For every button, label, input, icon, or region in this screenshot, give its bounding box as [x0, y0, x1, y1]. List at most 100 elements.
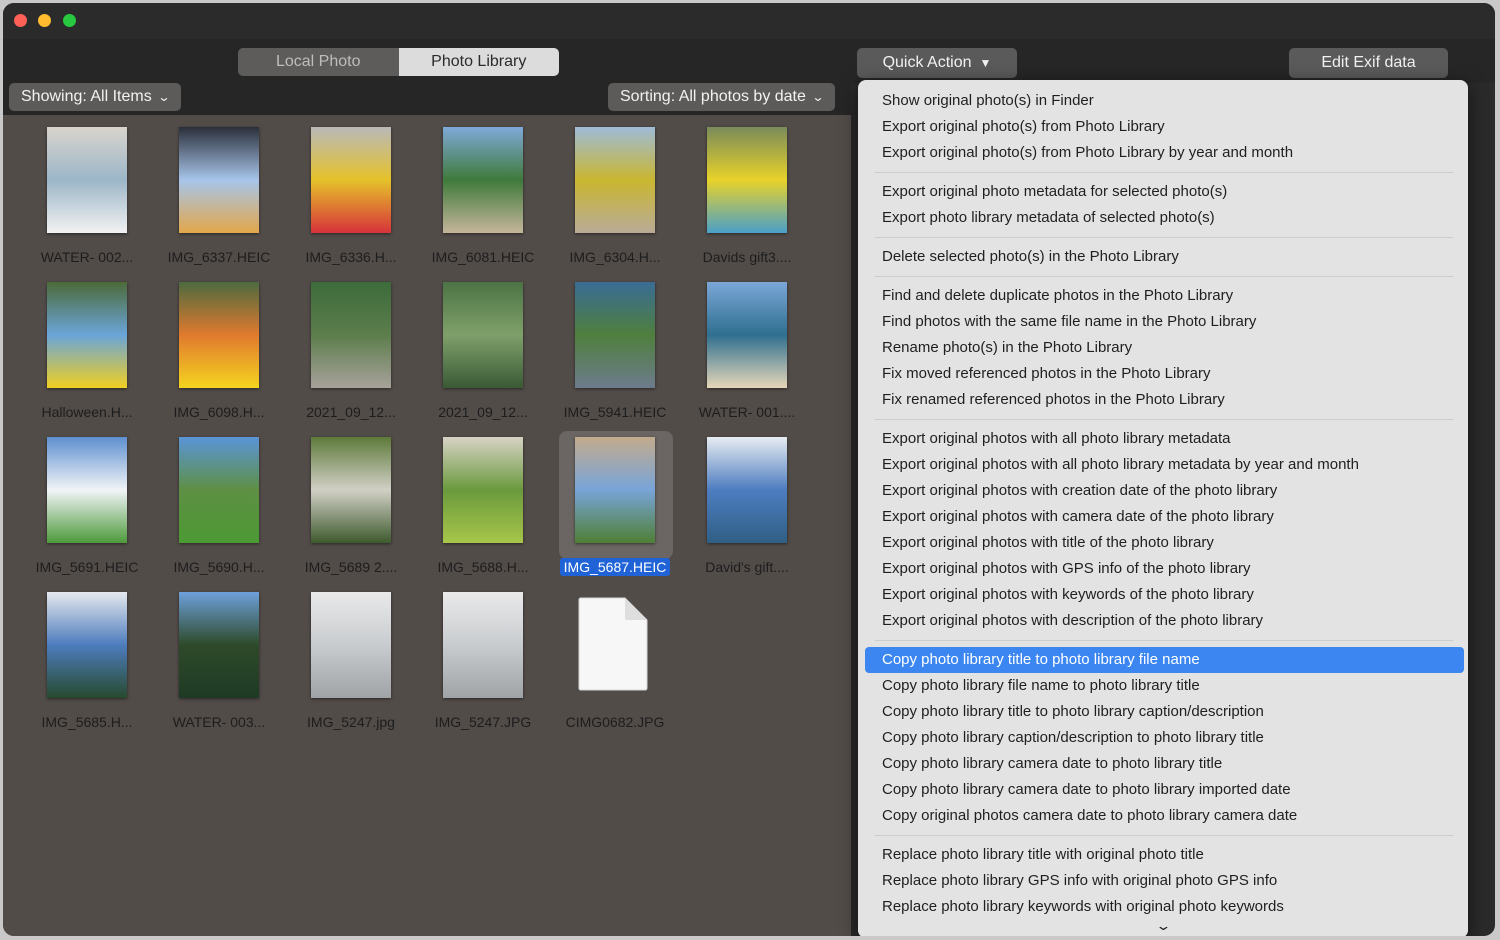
photo-thumbnail[interactable] — [47, 437, 127, 543]
menu-item[interactable]: Export original photos with all photo li… — [865, 452, 1464, 478]
menu-item[interactable]: Find and delete duplicate photos in the … — [865, 283, 1464, 309]
photo-filename[interactable]: IMG_6337.HEIC — [149, 249, 289, 265]
photo-filename[interactable]: Halloween.H... — [17, 404, 157, 420]
photo-item[interactable]: David's gift.... — [687, 435, 807, 585]
photo-thumbnail[interactable] — [179, 282, 259, 388]
photo-filename[interactable]: IMG_5691.HEIC — [17, 559, 157, 575]
photo-item[interactable]: WATER- 002... — [27, 125, 147, 275]
photo-item[interactable]: IMG_5688.H... — [423, 435, 543, 585]
menu-item[interactable]: Export original photos with title of the… — [865, 530, 1464, 556]
menu-item[interactable]: Export original photos with camera date … — [865, 504, 1464, 530]
photo-thumbnail[interactable] — [443, 282, 523, 388]
photo-item[interactable]: IMG_5685.H... — [27, 590, 147, 740]
menu-item[interactable]: Export original photo metadata for selec… — [865, 179, 1464, 205]
photo-thumbnail[interactable] — [443, 127, 523, 233]
photo-thumbnail[interactable] — [311, 437, 391, 543]
photo-filename[interactable]: Davids gift3.... — [677, 249, 817, 265]
sorting-popup[interactable]: Sorting: All photos by date ⌄ — [608, 83, 835, 111]
photo-item[interactable]: IMG_6081.HEIC — [423, 125, 543, 275]
menu-scroll-down[interactable]: ⌄ — [858, 916, 1468, 936]
menu-item[interactable]: Rename photo(s) in the Photo Library — [865, 335, 1464, 361]
photo-filename[interactable]: CIMG0682.JPG — [545, 714, 685, 730]
photo-thumbnail[interactable] — [47, 127, 127, 233]
photo-filename[interactable]: WATER- 003... — [149, 714, 289, 730]
photo-thumbnail[interactable] — [443, 592, 523, 698]
photo-filename[interactable]: IMG_6098.H... — [149, 404, 289, 420]
photo-filename[interactable]: 2021_09_12... — [281, 404, 421, 420]
photo-item[interactable]: Davids gift3.... — [687, 125, 807, 275]
menu-item[interactable]: Delete selected photo(s) in the Photo Li… — [865, 244, 1464, 270]
menu-item[interactable]: Find photos with the same file name in t… — [865, 309, 1464, 335]
photo-thumbnail[interactable] — [575, 127, 655, 233]
menu-item[interactable]: Copy photo library caption/description t… — [865, 725, 1464, 751]
photo-thumbnail[interactable] — [707, 282, 787, 388]
edit-exif-button[interactable]: Edit Exif data — [1289, 48, 1448, 78]
menu-item[interactable]: Export original photo(s) from Photo Libr… — [865, 140, 1464, 166]
quick-action-button[interactable]: Quick Action ▼ — [857, 48, 1017, 78]
photo-thumbnail[interactable] — [443, 437, 523, 543]
photo-item[interactable]: CIMG0682.JPG — [555, 590, 675, 740]
menu-item[interactable]: Replace photo library GPS info with orig… — [865, 868, 1464, 894]
photo-thumbnail[interactable] — [179, 127, 259, 233]
menu-item[interactable]: Fix renamed referenced photos in the Pho… — [865, 387, 1464, 413]
photo-thumbnail[interactable] — [179, 592, 259, 698]
photo-filename[interactable]: WATER- 002... — [17, 249, 157, 265]
photo-item[interactable]: IMG_6336.H... — [291, 125, 411, 275]
menu-item[interactable]: Copy photo library camera date to photo … — [865, 777, 1464, 803]
tab-photo-library[interactable]: Photo Library — [398, 48, 559, 76]
photo-thumbnail[interactable] — [575, 437, 655, 543]
menu-item[interactable]: Show original photo(s) in Finder — [865, 88, 1464, 114]
photo-item[interactable]: IMG_5687.HEIC — [555, 431, 675, 585]
photo-item[interactable]: IMG_5941.HEIC — [555, 280, 675, 430]
photo-filename[interactable]: IMG_6081.HEIC — [413, 249, 553, 265]
menu-item[interactable]: Copy photo library title to photo librar… — [865, 699, 1464, 725]
photo-filename[interactable]: IMG_5247.jpg — [281, 714, 421, 730]
photo-filename[interactable]: IMG_5689 2.... — [281, 559, 421, 575]
photo-item[interactable]: IMG_5689 2.... — [291, 435, 411, 585]
photo-thumbnail[interactable] — [311, 282, 391, 388]
photo-thumbnail[interactable] — [575, 282, 655, 388]
photo-item[interactable]: IMG_6098.H... — [159, 280, 279, 430]
close-window-button[interactable] — [14, 14, 27, 27]
photo-filename[interactable]: IMG_6336.H... — [281, 249, 421, 265]
photo-item[interactable]: IMG_5247.JPG — [423, 590, 543, 740]
photo-thumbnail[interactable] — [311, 127, 391, 233]
menu-item[interactable]: Export photo library metadata of selecte… — [865, 205, 1464, 231]
photo-filename[interactable]: IMG_5690.H... — [149, 559, 289, 575]
menu-item[interactable]: Copy original photos camera date to phot… — [865, 803, 1464, 829]
menu-item[interactable]: Export original photo(s) from Photo Libr… — [865, 114, 1464, 140]
photo-filename[interactable]: IMG_6304.H... — [545, 249, 685, 265]
photo-item[interactable]: 2021_09_12... — [291, 280, 411, 430]
photo-item[interactable]: IMG_5247.jpg — [291, 590, 411, 740]
photo-filename[interactable]: IMG_5687.HEIC — [545, 558, 685, 576]
menu-item[interactable]: Export original photos with description … — [865, 608, 1464, 634]
photo-filename[interactable]: IMG_5685.H... — [17, 714, 157, 730]
photo-item[interactable]: Halloween.H... — [27, 280, 147, 430]
photo-item[interactable]: IMG_5690.H... — [159, 435, 279, 585]
photo-item[interactable]: WATER- 001.... — [687, 280, 807, 430]
photo-filename[interactable]: IMG_5247.JPG — [413, 714, 553, 730]
photo-thumbnail[interactable] — [47, 282, 127, 388]
generic-document-icon[interactable] — [577, 596, 649, 692]
photo-thumbnail[interactable] — [311, 592, 391, 698]
photo-thumbnail[interactable] — [707, 127, 787, 233]
tab-local-photo[interactable]: Local Photo — [238, 48, 399, 76]
photo-item[interactable]: IMG_6337.HEIC — [159, 125, 279, 275]
photo-thumbnail[interactable] — [47, 592, 127, 698]
menu-item[interactable]: Export original photos with keywords of … — [865, 582, 1464, 608]
showing-filter-popup[interactable]: Showing: All Items ⌄ — [9, 83, 181, 111]
minimize-window-button[interactable] — [38, 14, 51, 27]
menu-item[interactable]: Replace photo library title with origina… — [865, 842, 1464, 868]
photo-filename[interactable]: David's gift.... — [677, 559, 817, 575]
photo-filename[interactable]: IMG_5941.HEIC — [545, 404, 685, 420]
menu-item[interactable]: Export original photos with all photo li… — [865, 426, 1464, 452]
photo-filename[interactable]: 2021_09_12... — [413, 404, 553, 420]
menu-item[interactable]: Copy photo library camera date to photo … — [865, 751, 1464, 777]
menu-item[interactable]: Export original photos with GPS info of … — [865, 556, 1464, 582]
menu-item[interactable]: Copy photo library file name to photo li… — [865, 673, 1464, 699]
photo-item[interactable]: 2021_09_12... — [423, 280, 543, 430]
maximize-window-button[interactable] — [63, 14, 76, 27]
menu-item[interactable]: Export original photos with creation dat… — [865, 478, 1464, 504]
photo-item[interactable]: IMG_5691.HEIC — [27, 435, 147, 585]
menu-item[interactable]: Copy photo library title to photo librar… — [865, 647, 1464, 673]
